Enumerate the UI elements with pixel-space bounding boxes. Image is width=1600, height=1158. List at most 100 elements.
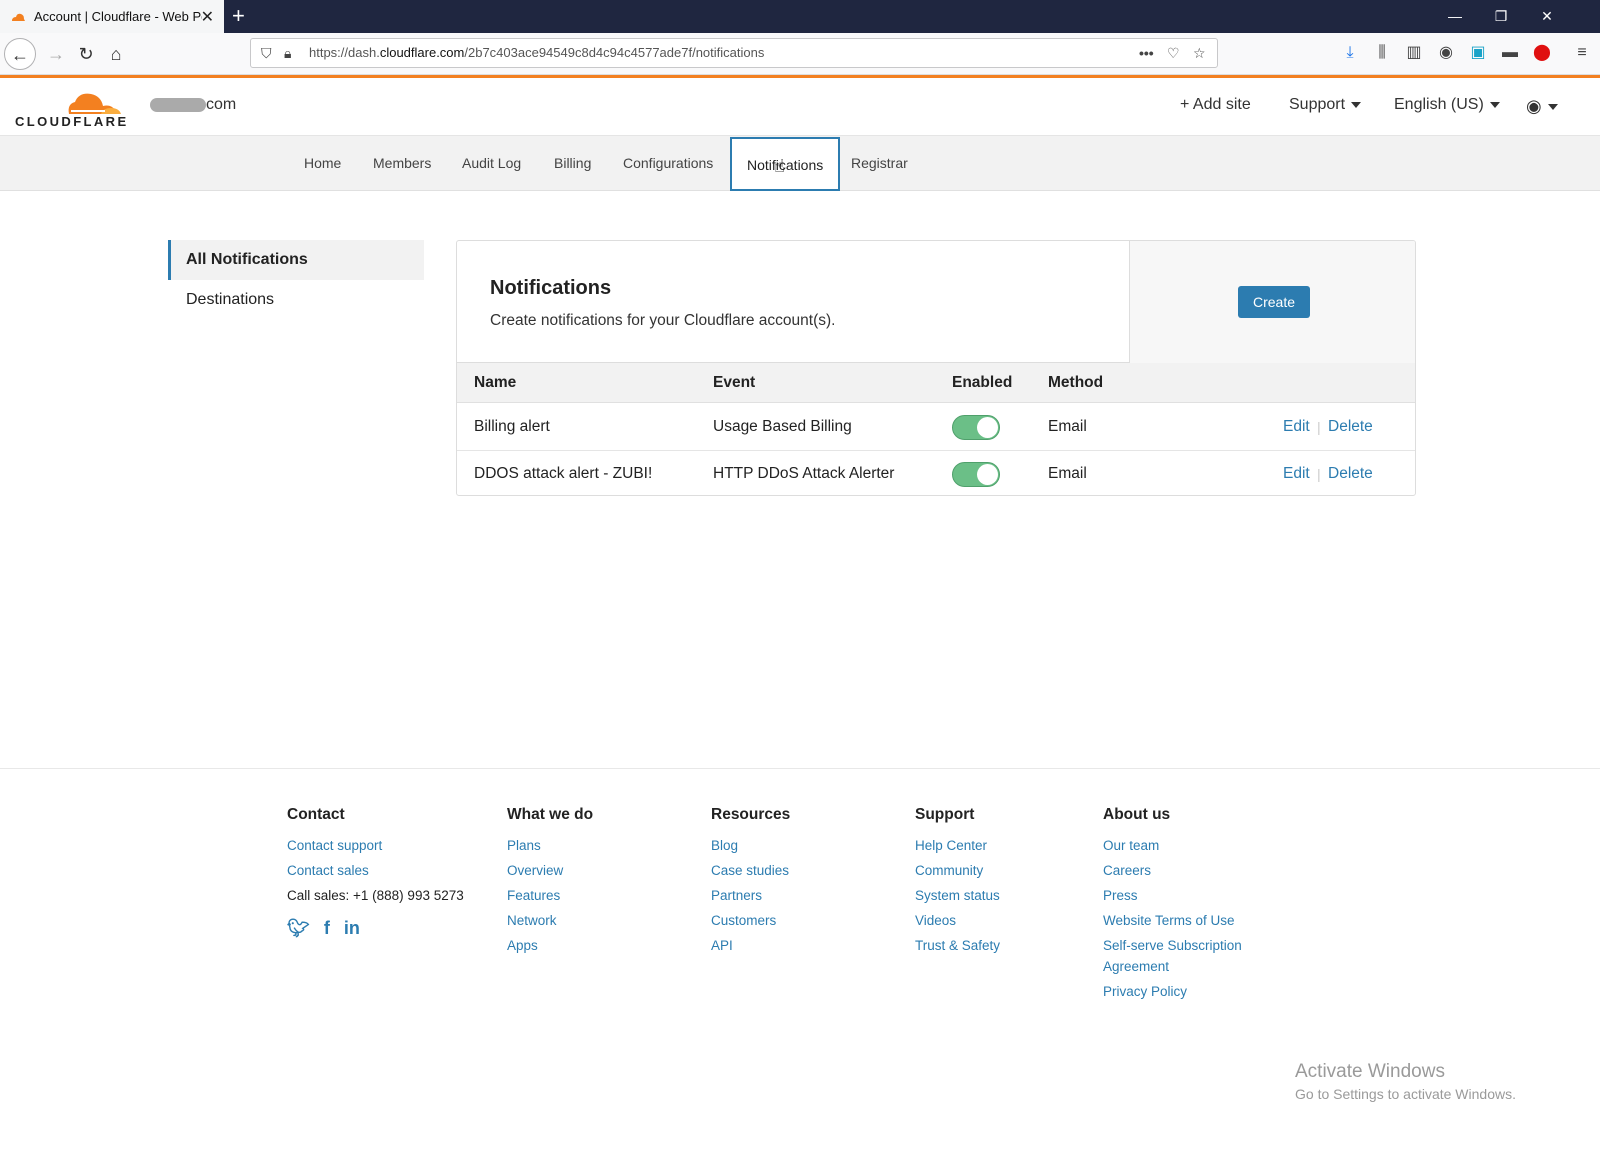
back-icon[interactable]: ← <box>4 38 36 70</box>
logo-wordmark: CLOUDFLARE <box>15 114 129 129</box>
footer-link[interactable]: Case studies <box>711 858 790 883</box>
footer-link[interactable]: Privacy Policy <box>1103 979 1242 1004</box>
browser-titlebar: Account | Cloudflare - Web Pe ✕ + — ❐ ✕ <box>0 0 1600 33</box>
forward-icon[interactable]: → <box>40 38 72 70</box>
footer-link[interactable]: Trust & Safety <box>915 933 1000 958</box>
footer-about: About us Our team Careers Press Website … <box>1103 806 1242 1004</box>
tab-home[interactable]: Home <box>289 136 356 191</box>
footer-link[interactable]: Website Terms of Use <box>1103 908 1242 933</box>
save-extension-icon[interactable]: ▣ <box>1467 42 1489 64</box>
footer-link[interactable]: Plans <box>507 833 593 858</box>
edit-link[interactable]: Edit <box>1283 451 1310 495</box>
facebook-icon[interactable]: f <box>324 918 330 939</box>
account-icon[interactable]: ◉ <box>1435 42 1457 64</box>
sidebar-item-all-notifications[interactable]: All Notifications <box>168 240 424 280</box>
footer-link[interactable]: Apps <box>507 933 593 958</box>
footer-link[interactable]: System status <box>915 883 1000 908</box>
watermark-title: Activate Windows <box>1295 1061 1445 1082</box>
footer-link[interactable]: Press <box>1103 883 1242 908</box>
tab-configurations[interactable]: Configurations <box>608 136 728 191</box>
action-separator: | <box>1317 466 1321 482</box>
notifications-card: Notifications Create notifications for y… <box>456 240 1416 496</box>
column-header-enabled: Enabled <box>952 374 1013 391</box>
footer-link[interactable]: Help Center <box>915 833 1000 858</box>
twitter-icon[interactable]: 🐦︎ <box>287 918 310 939</box>
delete-link[interactable]: Delete <box>1328 404 1373 450</box>
footer-heading: Contact <box>287 806 345 823</box>
footer-link[interactable]: Careers <box>1103 858 1242 883</box>
tab-notifications[interactable]: Notifications <box>730 137 841 191</box>
enabled-toggle[interactable] <box>952 462 1000 487</box>
menu-icon[interactable]: ≡ <box>1571 42 1593 64</box>
tab-audit-log[interactable]: Audit Log <box>447 136 536 191</box>
mouse-cursor-icon: ☝ <box>774 156 785 176</box>
home-icon[interactable]: ⌂ <box>100 38 132 70</box>
bookmark-star-icon[interactable]: ☆ <box>1193 39 1206 67</box>
new-tab-icon[interactable]: + <box>232 3 245 29</box>
account-domain[interactable]: com <box>150 96 236 114</box>
add-site-button[interactable]: + Add site <box>1180 96 1251 114</box>
footer-contact: Contact Contact support Contact sales Ca… <box>287 806 464 939</box>
contact-sales-link[interactable]: Contact sales <box>287 858 464 883</box>
redacted-domain <box>150 98 206 112</box>
table-header: Name Event Enabled Method <box>457 363 1415 403</box>
enabled-toggle[interactable] <box>952 415 1000 440</box>
edit-link[interactable]: Edit <box>1283 404 1310 450</box>
card-title: Notifications <box>490 277 612 299</box>
watermark-subtitle: Go to Settings to activate Windows. <box>1295 1086 1516 1102</box>
cloud-logo-icon <box>68 93 121 114</box>
chevron-down-icon <box>1489 101 1500 108</box>
footer-link[interactable]: API <box>711 933 790 958</box>
sales-phone: Call sales: +1 (888) 993 5273 <box>287 888 464 903</box>
shield-icon[interactable]: ⛉ <box>261 39 272 67</box>
card-header: Notifications Create notifications for y… <box>457 241 1415 363</box>
user-menu[interactable]: ◉ <box>1526 96 1558 117</box>
row-method: Email <box>1048 418 1087 435</box>
pocket-icon[interactable]: ♡ <box>1167 39 1180 67</box>
footer-link[interactable]: Self-serve Subscription <box>1103 935 1242 956</box>
minimize-icon[interactable]: — <box>1432 0 1478 33</box>
row-name: DDOS attack alert - ZUBI! <box>474 465 653 482</box>
restore-icon[interactable]: ❐ <box>1478 0 1524 33</box>
opera-extension-icon[interactable]: ⬤ <box>1531 42 1553 64</box>
footer-heading: What we do <box>507 806 594 823</box>
browser-tab[interactable]: Account | Cloudflare - Web Pe ✕ <box>0 0 224 33</box>
page-actions-icon[interactable]: ••• <box>1139 39 1154 67</box>
footer-support: Support Help Center Community System sta… <box>915 806 1000 958</box>
url-text: https://dash.cloudflare.com/2b7c403ace94… <box>309 45 765 60</box>
url-bar[interactable]: ⛉ 🔒︎ https://dash.cloudflare.com/2b7c403… <box>250 38 1218 68</box>
cloudflare-logo[interactable]: CLOUDFLARE <box>15 86 126 130</box>
footer-link[interactable]: Customers <box>711 908 790 933</box>
footer-link[interactable]: Blog <box>711 833 790 858</box>
windows-activation-watermark: Activate Windows Go to Settings to activ… <box>1295 1061 1516 1102</box>
lock-icon[interactable]: 🔒︎ <box>284 39 291 67</box>
linkedin-icon[interactable]: in <box>344 918 360 939</box>
tab-members[interactable]: Members <box>358 136 446 191</box>
column-header-name: Name <box>474 374 517 391</box>
download-icon[interactable]: ⤓ <box>1339 42 1361 64</box>
footer-link[interactable]: Overview <box>507 858 593 883</box>
footer-link[interactable]: Community <box>915 858 1000 883</box>
footer-link[interactable]: Our team <box>1103 833 1242 858</box>
reload-icon[interactable]: ↻ <box>70 38 102 70</box>
tab-billing[interactable]: Billing <box>539 136 606 191</box>
contact-support-link[interactable]: Contact support <box>287 833 464 858</box>
tab-registrar[interactable]: Registrar <box>836 136 923 191</box>
footer-link[interactable]: Partners <box>711 883 790 908</box>
tab-close-icon[interactable]: ✕ <box>201 7 214 27</box>
social-links: 🐦︎ f in <box>287 918 464 939</box>
footer-link[interactable]: Features <box>507 883 593 908</box>
footer-link[interactable]: Network <box>507 908 593 933</box>
sidebar-item-destinations[interactable]: Destinations <box>168 280 424 320</box>
create-button[interactable]: Create <box>1238 286 1310 318</box>
sidebar-icon[interactable]: ▥ <box>1403 42 1425 64</box>
library-icon[interactable]: ⫼ <box>1371 42 1393 64</box>
support-dropdown[interactable]: Support <box>1289 96 1362 114</box>
footer-what-we-do: What we do Plans Overview Features Netwo… <box>507 806 593 958</box>
close-window-icon[interactable]: ✕ <box>1524 0 1570 33</box>
footer-link[interactable]: Videos <box>915 908 1000 933</box>
folder-icon[interactable]: ▬ <box>1499 42 1521 64</box>
footer-link[interactable]: Agreement <box>1103 956 1242 977</box>
delete-link[interactable]: Delete <box>1328 451 1373 495</box>
language-dropdown[interactable]: English (US) <box>1394 96 1500 114</box>
